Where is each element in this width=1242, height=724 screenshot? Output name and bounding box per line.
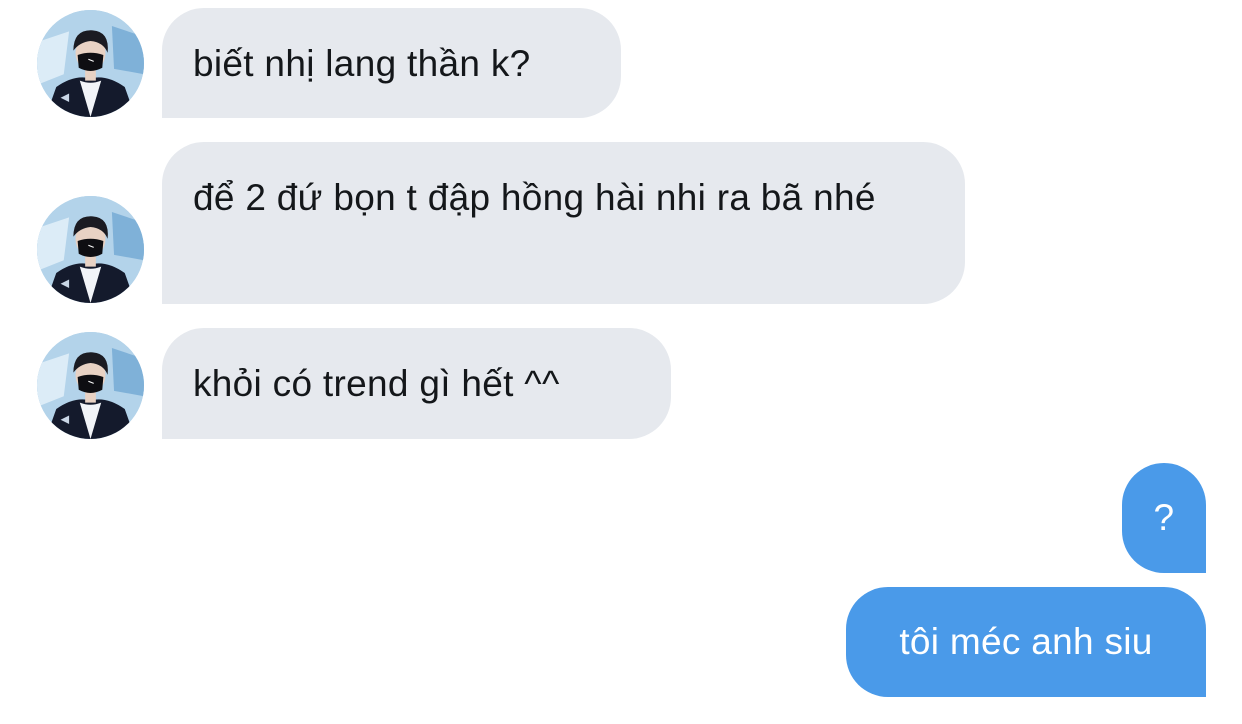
message-text: biết nhị lang thần k? (193, 43, 531, 84)
message-text: để 2 đứ bọn t đập hồng hài nhi ra bã nhé (193, 177, 876, 218)
message-text: khỏi có trend gì hết ^^ (193, 363, 560, 404)
avatar-photo-icon (37, 196, 144, 303)
avatar-photo-icon (37, 10, 144, 117)
contact-avatar[interactable] (37, 332, 144, 439)
message-text: ? (1153, 497, 1175, 538)
contact-avatar[interactable] (37, 196, 144, 303)
incoming-message-3[interactable]: khỏi có trend gì hết ^^ (162, 328, 671, 439)
contact-avatar[interactable] (37, 10, 144, 117)
message-text: tôi méc anh siu (899, 621, 1153, 662)
avatar-photo-icon (37, 332, 144, 439)
outgoing-message-1[interactable]: ? (1122, 463, 1206, 573)
outgoing-message-2[interactable]: tôi méc anh siu (846, 587, 1206, 697)
incoming-message-2[interactable]: để 2 đứ bọn t đập hồng hài nhi ra bã nhé (162, 142, 965, 304)
incoming-message-1[interactable]: biết nhị lang thần k? (162, 8, 621, 118)
